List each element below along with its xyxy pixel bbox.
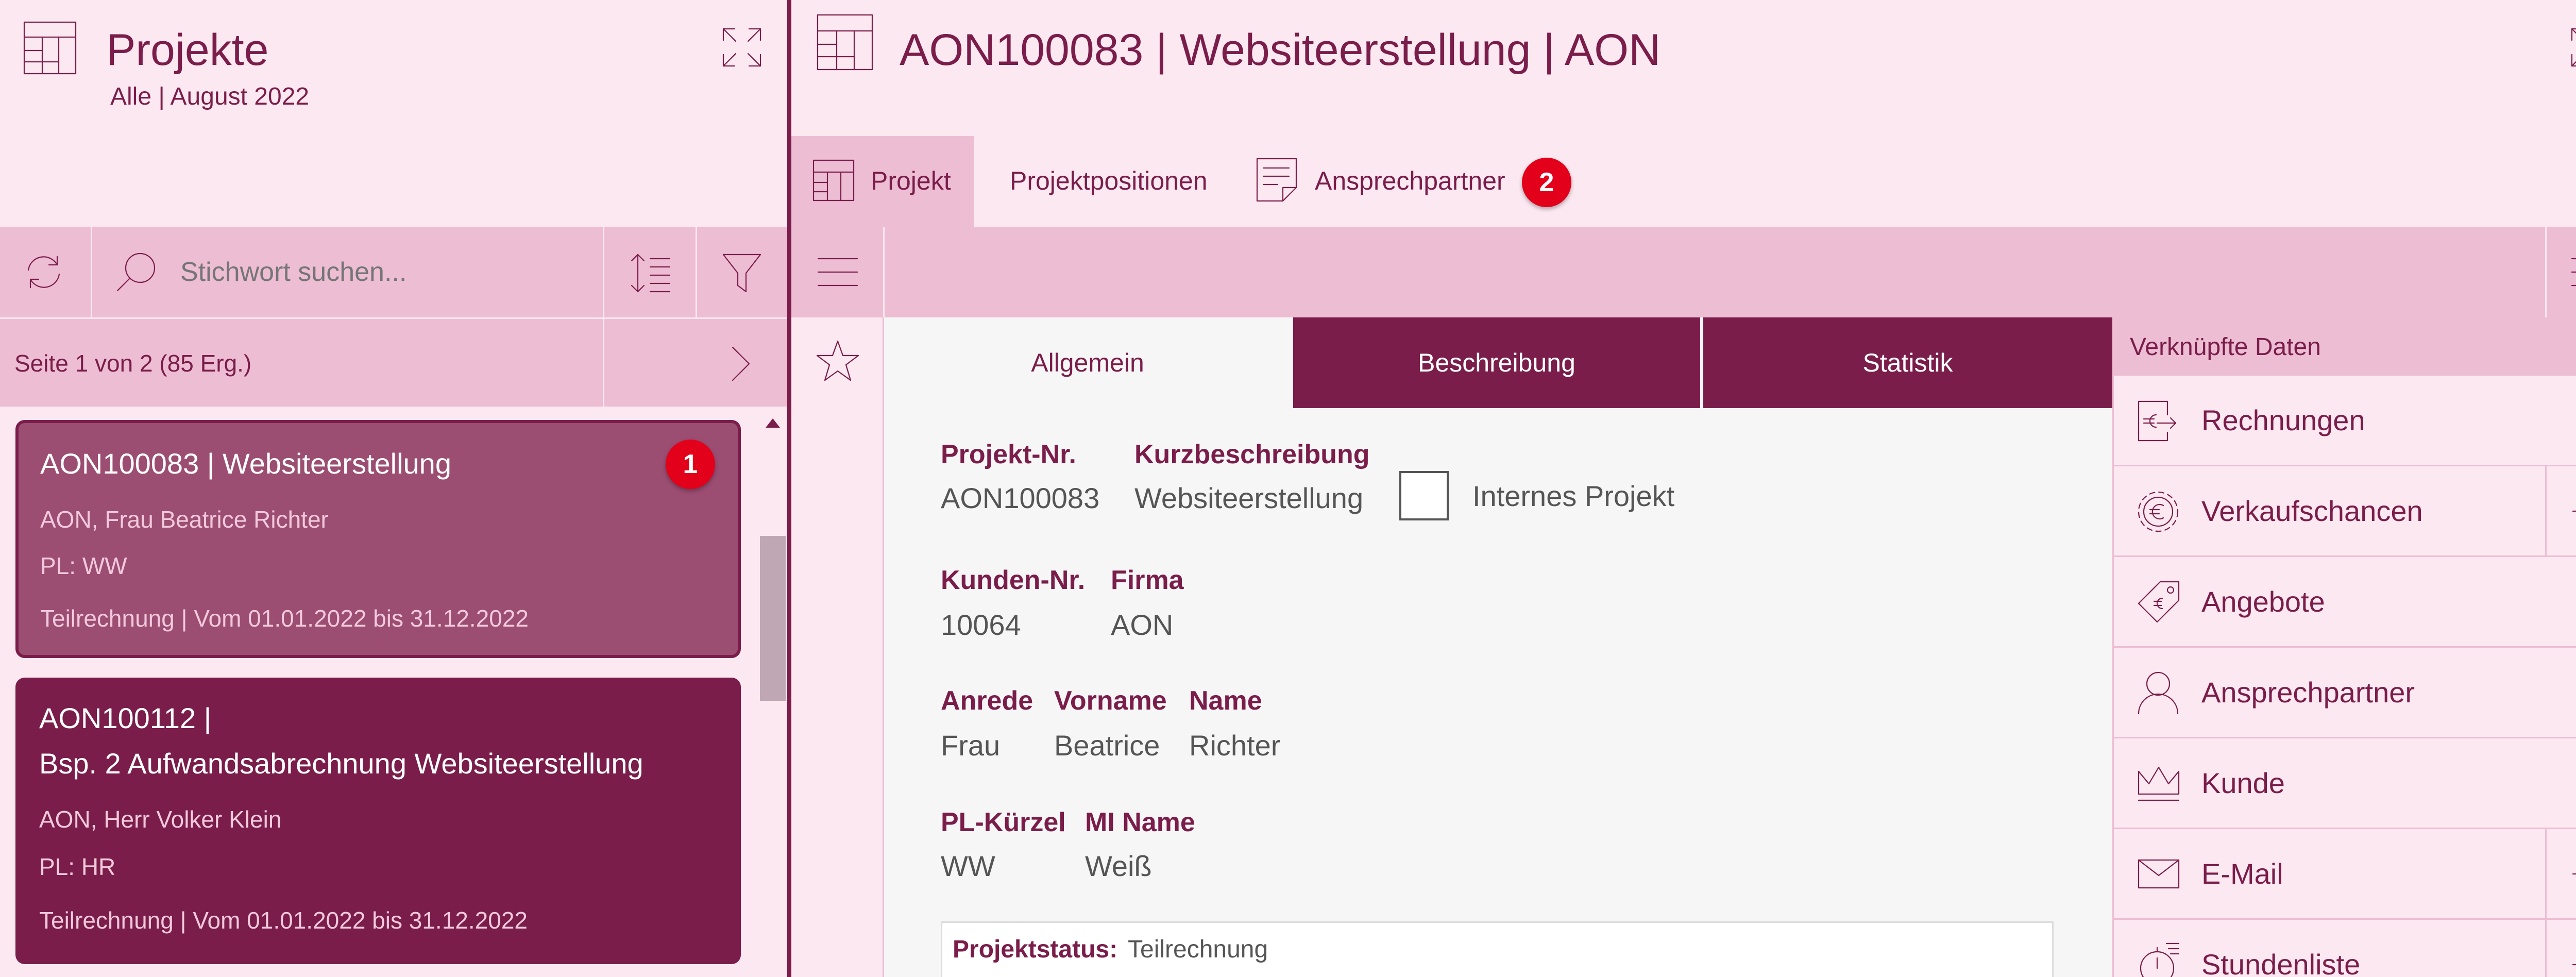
linked-item-label: Stundenliste	[2201, 948, 2361, 977]
linked-item-label: Angebote	[2201, 585, 2325, 618]
detail-toolbar	[791, 227, 2576, 317]
add-email-button[interactable]	[2545, 829, 2576, 918]
linked-item-label: Kunde	[2201, 767, 2285, 799]
name-value: Richter	[1189, 729, 1281, 762]
vorname-value: Beatrice	[1054, 729, 1160, 762]
scroll-up-arrow[interactable]	[766, 418, 780, 428]
pl-kuerzel-label: PL-Kürzel	[941, 807, 1066, 837]
linked-item-label: Rechnungen	[2201, 404, 2365, 436]
linked-item-stundenliste[interactable]: Stundenliste	[2114, 920, 2576, 977]
tab-label: Projektpositionen	[1010, 166, 1208, 195]
projects-app-icon	[816, 13, 874, 71]
refresh-icon[interactable]	[23, 251, 64, 293]
linked-item-ansprechpartner[interactable]: Ansprechpartner	[2114, 648, 2576, 738]
menu-icon[interactable]	[2570, 251, 2576, 293]
linked-item-email[interactable]: E-Mail	[2114, 829, 2576, 920]
menu-icon[interactable]	[816, 251, 859, 293]
add-verkaufschance-button[interactable]	[2545, 466, 2576, 555]
projekt-nr-value: AON100083	[941, 482, 1100, 514]
tab-label: Ansprechpartner	[1315, 166, 1505, 195]
favorite-strip	[791, 317, 884, 977]
card-billing: Teilrechnung | Vom 01.01.2022 bis 31.12.…	[40, 605, 529, 632]
tab-allgemein[interactable]: Allgemein	[884, 317, 1291, 408]
notes-icon	[1255, 157, 1298, 203]
mail-icon	[2137, 858, 2181, 890]
card-title: AON100083 | Websiteerstellung	[40, 447, 451, 480]
search-icon	[113, 249, 159, 295]
panel-title: Projekte	[106, 25, 269, 75]
linked-item-label: Ansprechpartner	[2201, 676, 2415, 709]
linked-item-label: E-Mail	[2201, 857, 2283, 890]
form-area	[884, 317, 2112, 977]
list-item[interactable]: AON100112 | Bsp. 2 Aufwandsabrechnung We…	[15, 678, 741, 964]
anrede-value: Frau	[941, 729, 1001, 762]
tab-label: Projekt	[871, 166, 951, 195]
projektstatus-box: Projektstatus: Teilrechnung	[941, 921, 2054, 977]
panel-divider[interactable]	[787, 0, 791, 977]
internes-projekt-label: Internes Projekt	[1472, 480, 1675, 512]
card-billing: Teilrechnung | Vom 01.01.2022 bis 31.12.…	[39, 907, 528, 934]
card-pl: PL: HR	[39, 853, 116, 880]
linked-data-header: Verknüpfte Daten	[2112, 317, 2576, 376]
card-customer: AON, Frau Beatrice Richter	[40, 506, 329, 533]
panel-subtitle: Alle | August 2022	[110, 83, 310, 110]
search-input[interactable]	[180, 251, 592, 293]
euro-gear-icon	[2137, 490, 2180, 533]
card-title-line2: Bsp. 2 Aufwandsabrechnung Websiteerstell…	[39, 747, 643, 780]
linked-item-angebote[interactable]: Angebote	[2114, 557, 2576, 648]
kunden-nr-value: 10064	[941, 609, 1021, 641]
filter-icon[interactable]	[721, 251, 762, 295]
sort-icon[interactable]	[629, 251, 672, 295]
next-page-icon[interactable]	[725, 344, 756, 383]
linked-data-title: Verknüpfte Daten	[2130, 333, 2321, 361]
tab-ansprechpartner[interactable]: Ansprechpartner 2	[1255, 136, 1585, 227]
expand-icon[interactable]	[721, 27, 762, 68]
person-icon	[2137, 670, 2180, 715]
stopwatch-icon	[2137, 940, 2181, 977]
kunden-nr-label: Kunden-Nr.	[941, 565, 1086, 595]
pl-kuerzel-value: WW	[941, 850, 995, 882]
tab-statistik[interactable]: Statistik	[1703, 317, 2112, 408]
card-title-line1: AON100112 |	[39, 702, 212, 734]
page-info: Seite 1 von 2 (85 Erg.)	[14, 350, 252, 377]
vorname-label: Vorname	[1054, 686, 1167, 716]
card-pl: PL: WW	[40, 552, 127, 579]
card-customer: AON, Herr Volker Klein	[39, 806, 282, 833]
kurzbeschreibung-label: Kurzbeschreibung	[1134, 440, 1370, 469]
mi-name-label: MI Name	[1085, 807, 1195, 837]
linked-item-kunde[interactable]: Kunde	[2114, 738, 2576, 829]
tab-projekt[interactable]: Projekt	[791, 136, 974, 227]
add-stundenliste-button[interactable]	[2545, 920, 2576, 977]
anrede-label: Anrede	[941, 686, 1033, 716]
hint-badge: 2	[1522, 158, 1571, 207]
name-label: Name	[1189, 686, 1262, 716]
linked-item-verkaufschancen[interactable]: Verkaufschancen	[2114, 466, 2576, 557]
firma-value: AON	[1111, 609, 1174, 641]
projektstatus-value: Teilrechnung	[1128, 936, 1268, 963]
crown-icon	[2137, 764, 2181, 802]
projektstatus-label: Projektstatus:	[953, 936, 1118, 963]
scrollbar-thumb[interactable]	[760, 536, 786, 701]
kurzbeschreibung-value: Websiteerstellung	[1134, 482, 1364, 514]
linked-item-label: Verkaufschancen	[2201, 495, 2423, 527]
list-item-selected[interactable]: AON100083 | Websiteerstellung AON, Frau …	[15, 420, 741, 658]
projects-app-icon	[23, 21, 77, 75]
firma-label: Firma	[1111, 565, 1184, 595]
internes-projekt-checkbox[interactable]	[1399, 471, 1449, 520]
projects-tab-icon	[812, 159, 855, 202]
mi-name-value: Weiß	[1085, 850, 1152, 882]
tab-beschreibung[interactable]: Beschreibung	[1293, 317, 1700, 408]
euro-tag-icon	[2137, 580, 2181, 624]
hint-badge: 1	[666, 440, 715, 489]
star-icon[interactable]	[815, 339, 860, 383]
projekt-nr-label: Projekt-Nr.	[941, 440, 1076, 469]
linked-item-rechnungen[interactable]: Rechnungen	[2114, 376, 2576, 466]
detail-title: AON100083 | Websiteerstellung | AON	[900, 25, 1661, 75]
invoice-icon	[2137, 399, 2178, 443]
expand-icon[interactable]	[2570, 27, 2576, 68]
